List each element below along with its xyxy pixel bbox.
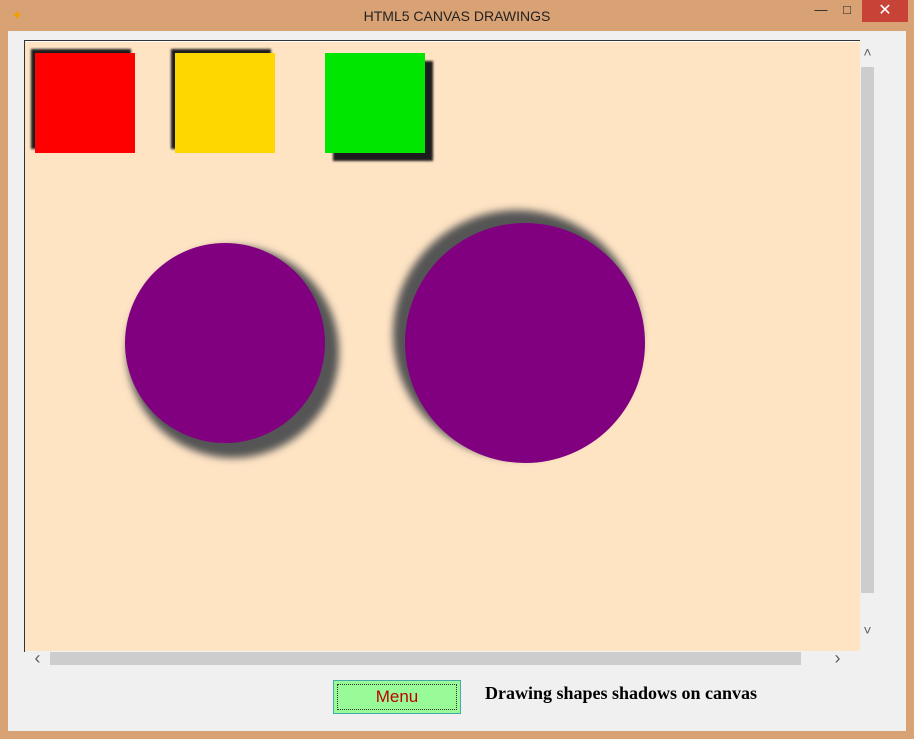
scroll-left-icon[interactable]: ‹ [30,649,45,667]
green-square [325,53,425,153]
drawing-canvas[interactable] [25,42,860,652]
horizontal-scroll-thumb[interactable] [50,652,801,665]
horizontal-scrollbar[interactable]: ‹ › [25,649,860,667]
maximize-button[interactable]: □ [834,0,860,22]
yellow-square [175,53,275,153]
title-bar[interactable]: ✦ HTML5 CANVAS DRAWINGS — □ ✕ [0,0,914,31]
purple-circle-small [125,243,325,443]
close-button[interactable]: ✕ [862,0,908,22]
vertical-scroll-thumb[interactable] [861,67,874,593]
minimize-button[interactable]: — [808,0,834,22]
caption-text: Drawing shapes shadows on canvas [485,683,758,703]
vertical-scrollbar[interactable]: ˄ ˅ [860,41,875,651]
canvas-frame [24,40,860,652]
menu-button-label: Menu [337,684,457,710]
scroll-up-icon[interactable]: ˄ [860,45,875,60]
purple-circle-large [405,223,645,463]
scroll-down-icon[interactable]: ˅ [860,623,875,638]
red-square [35,53,135,153]
client-area: ˄ ˅ ‹ › Menu Drawing shapes shadows on c… [8,31,906,731]
app-window: ✦ HTML5 CANVAS DRAWINGS — □ ✕ ˄ ˅ ‹ › Me… [0,0,914,739]
window-title: HTML5 CANVAS DRAWINGS [363,8,551,24]
canvas-drawing [31,49,645,463]
scroll-right-icon[interactable]: › [830,649,845,667]
menu-button[interactable]: Menu [333,680,461,714]
